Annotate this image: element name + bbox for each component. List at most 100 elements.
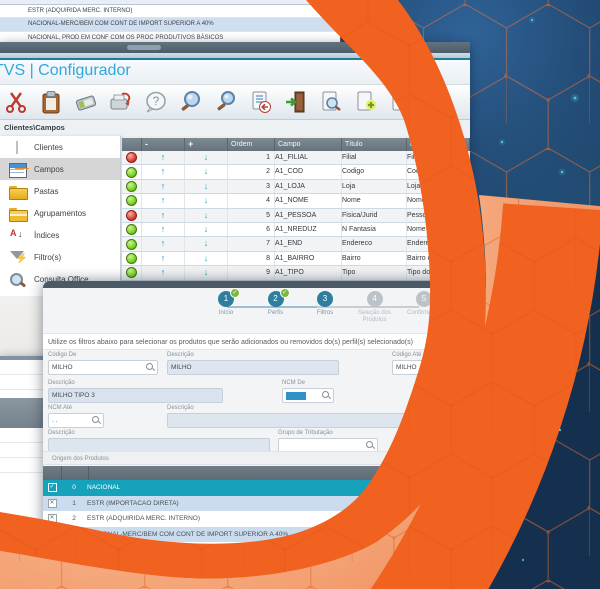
search-icon[interactable] bbox=[212, 88, 240, 116]
up-arrow-icon[interactable]: ↑ bbox=[142, 165, 185, 178]
col-plus[interactable]: + bbox=[185, 138, 228, 151]
up-arrow-icon[interactable]: ↑ bbox=[142, 223, 185, 236]
origem-row[interactable]: ✕ 2 ESTR (ADQUIRIDA MERC. INTERNO) bbox=[43, 511, 563, 527]
table-row[interactable]: ↑ ↓ 2 A1_COD Codigo Codigo do Cliente bbox=[122, 165, 470, 179]
sidebar-item-label: Campos bbox=[34, 165, 64, 174]
checkbox-icon[interactable]: ✕ bbox=[48, 545, 57, 554]
status-light bbox=[126, 181, 137, 192]
window-titlebar[interactable] bbox=[0, 42, 470, 53]
down-arrow-icon[interactable]: ↓ bbox=[185, 237, 228, 250]
cell-campo: A1_TIPO bbox=[275, 266, 342, 279]
lookup-icon[interactable] bbox=[322, 391, 331, 400]
sidebar-item[interactable]: Campos bbox=[0, 158, 120, 180]
import-list-icon[interactable] bbox=[247, 88, 275, 116]
up-arrow-icon[interactable]: ↑ bbox=[142, 180, 185, 193]
col-titulo[interactable]: Título bbox=[342, 138, 407, 151]
origem-row[interactable]: ✕ 1 ESTR (IMPORTACAO DIRETA) bbox=[43, 496, 563, 512]
codigo-ate-input[interactable]: MILHO bbox=[392, 360, 502, 375]
drag-handle[interactable] bbox=[127, 45, 161, 50]
table-row[interactable]: ↑ ↓ 6 A1_NREDUZ N Fantasia Nome Reduzido bbox=[122, 223, 470, 237]
cut-icon[interactable] bbox=[2, 88, 30, 116]
sidebar-item[interactable]: Filtro(s) bbox=[0, 246, 120, 268]
sidebar-item[interactable]: Pastas bbox=[0, 180, 120, 202]
lookup-icon[interactable] bbox=[146, 363, 155, 372]
step-circle[interactable]: 4 bbox=[367, 291, 383, 307]
down-arrow-icon[interactable]: ↓ bbox=[185, 151, 228, 164]
ncm-ate-input[interactable]: . . bbox=[48, 413, 104, 428]
field-descricao-extra: Descrição bbox=[48, 430, 270, 453]
ncm-de-input[interactable] bbox=[282, 388, 334, 403]
table-row[interactable]: ↑ ↓ 9 A1_TIPO Tipo Tipo do Cliente bbox=[122, 266, 470, 280]
wizard-step[interactable]: 1 ✓ Início bbox=[203, 291, 249, 324]
strip-row[interactable]: ESTR (ADQUIRIDA MERC. INTERNO) bbox=[0, 5, 340, 18]
col-campo[interactable]: Campo bbox=[275, 138, 342, 151]
down-arrow-icon[interactable]: ↓ bbox=[185, 165, 228, 178]
sidebar-item[interactable]: Agrupamentos bbox=[0, 202, 120, 224]
up-arrow-icon[interactable]: ↑ bbox=[142, 151, 185, 164]
wizard-step[interactable]: 2 ✓ Perfis bbox=[253, 291, 299, 324]
preview-document-icon[interactable] bbox=[317, 88, 345, 116]
descricao-produto-input[interactable]: MILHO TIPO 3 bbox=[48, 388, 223, 403]
up-arrow-icon[interactable]: ↑ bbox=[142, 252, 185, 265]
step-circle[interactable]: 5 bbox=[416, 291, 432, 307]
wizard-titlebar[interactable] bbox=[43, 281, 563, 288]
table-row[interactable]: ↑ ↓ 1 A1_FILIAL Filial Filial do Sistema bbox=[122, 151, 470, 165]
table-row[interactable]: ↑ ↓ 5 A1_PESSOA Fisica/Jurid Pessoa Fisi… bbox=[122, 209, 470, 223]
field-descricao-ncm: Descrição bbox=[167, 405, 457, 428]
wizard-step[interactable]: 4 Seleção dos Produtos bbox=[352, 291, 398, 324]
col-ordem[interactable]: Ordem bbox=[228, 138, 275, 151]
descricao-codigo-input[interactable]: MILHO bbox=[167, 360, 339, 375]
sidebar-item-label: Pastas bbox=[34, 187, 58, 196]
origem-num: 4 bbox=[61, 546, 87, 553]
checkbox-icon[interactable]: ✓ bbox=[48, 483, 57, 492]
col-descricao[interactable]: Descrição bbox=[407, 138, 470, 151]
up-arrow-icon[interactable]: ↑ bbox=[142, 237, 185, 250]
step-circle[interactable]: 3 bbox=[317, 291, 333, 307]
origem-row[interactable]: ✓ 0 NACIONAL bbox=[43, 480, 563, 496]
up-arrow-icon[interactable]: ↑ bbox=[142, 266, 185, 279]
checkbox-icon[interactable]: ✕ bbox=[48, 514, 57, 523]
paste-icon[interactable] bbox=[37, 88, 65, 116]
down-arrow-icon[interactable]: ↓ bbox=[185, 209, 228, 222]
origem-row[interactable]: ✕ 4 NACIONAL, PROD EM CONF COM OS PROC P… bbox=[43, 542, 563, 558]
table-row[interactable]: ↑ ↓ 4 A1_NOME Nome Nome do cliente bbox=[122, 194, 470, 208]
down-arrow-icon[interactable]: ↓ bbox=[185, 180, 228, 193]
table-row[interactable]: ↑ ↓ 3 A1_LOJA Loja Loja do Cliente bbox=[122, 180, 470, 194]
cell-campo: A1_NREDUZ bbox=[275, 223, 342, 236]
field-ncm-de: NCM De bbox=[282, 380, 334, 403]
table-row[interactable]: ↑ ↓ 7 A1_END Endereco Endereco do client… bbox=[122, 237, 470, 251]
lookup-icon[interactable] bbox=[366, 441, 375, 450]
cell-ordem: 4 bbox=[228, 194, 275, 207]
up-arrow-icon[interactable]: ↑ bbox=[142, 194, 185, 207]
wizard-step[interactable]: 3 Filtros bbox=[302, 291, 348, 324]
strip-row[interactable]: NACIONAL-MERC/BEM COM CONT DE IMPORT SUP… bbox=[0, 18, 340, 31]
checkbox-icon[interactable]: ✕ bbox=[48, 499, 57, 508]
table-row[interactable]: ↑ ↓ 8 A1_BAIRRO Bairro Bairro do cliente bbox=[122, 252, 470, 266]
address-book-icon[interactable] bbox=[72, 88, 100, 116]
zoom-icon[interactable] bbox=[177, 88, 205, 116]
wizard-step[interactable]: 5 Confirmação bbox=[401, 291, 447, 324]
down-arrow-icon[interactable]: ↓ bbox=[185, 223, 228, 236]
help-icon[interactable]: ? bbox=[142, 88, 170, 116]
status-light bbox=[126, 152, 137, 163]
origem-row[interactable]: ✕ 3 NACIONAL-MERC/BEM COM CONT DE IMPORT… bbox=[43, 527, 563, 543]
exit-icon[interactable] bbox=[282, 88, 310, 116]
down-arrow-icon[interactable]: ↓ bbox=[185, 266, 228, 279]
sidebar-item[interactable]: Clientes bbox=[0, 136, 120, 158]
col-minus[interactable]: - bbox=[142, 138, 185, 151]
down-arrow-icon[interactable]: ↓ bbox=[185, 194, 228, 207]
new-document-icon[interactable] bbox=[352, 88, 380, 116]
descricao-ncm-input[interactable] bbox=[167, 413, 457, 428]
lookup-icon[interactable] bbox=[92, 416, 101, 425]
cell-ordem: 5 bbox=[228, 209, 275, 222]
checkbox-icon[interactable]: ✕ bbox=[48, 530, 57, 539]
up-arrow-icon[interactable]: ↑ bbox=[142, 209, 185, 222]
down-arrow-icon[interactable]: ↓ bbox=[185, 252, 228, 265]
origem-num: 2 bbox=[61, 515, 87, 522]
sidebar-item[interactable]: Índices bbox=[0, 224, 120, 246]
codigo-de-input[interactable]: MILHO bbox=[48, 360, 158, 375]
status-light bbox=[126, 210, 137, 221]
edit-document-icon[interactable] bbox=[387, 88, 415, 116]
lookup-icon[interactable] bbox=[490, 363, 499, 372]
print-send-icon[interactable] bbox=[107, 88, 135, 116]
